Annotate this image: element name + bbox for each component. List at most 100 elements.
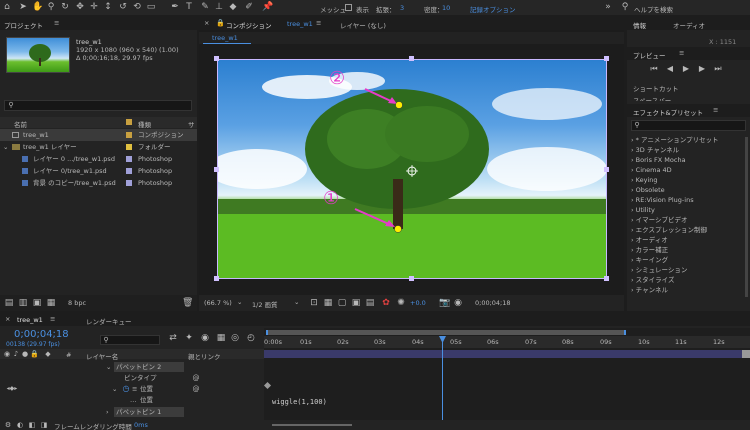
- end-marker[interactable]: [742, 350, 750, 358]
- comp-subtab[interactable]: tree_w1: [212, 34, 238, 42]
- workspace-menu-icon[interactable]: »: [603, 1, 613, 13]
- expression-text[interactable]: wiggle(1,100): [272, 398, 327, 406]
- roto-brush-tool-icon[interactable]: ✐: [244, 1, 254, 13]
- effects-menu-icon[interactable]: ≡: [713, 106, 718, 114]
- timeline-menu-icon[interactable]: ≡: [50, 315, 55, 323]
- preview-title[interactable]: プレビュー: [633, 50, 666, 60]
- bounds-handle[interactable]: [214, 167, 219, 172]
- toggle-panes-icon[interactable]: ◧: [28, 419, 36, 430]
- play-icon[interactable]: ▶: [681, 63, 691, 75]
- timeline-tab[interactable]: tree_w1: [17, 316, 43, 324]
- comp-viewer[interactable]: ② ①: [217, 59, 607, 279]
- prev-frame-icon[interactable]: ◀: [665, 63, 675, 75]
- project-search-input[interactable]: [4, 100, 192, 111]
- bounds-handle[interactable]: [214, 276, 219, 281]
- quality-dropdown[interactable]: 1/2 画質: [252, 299, 278, 309]
- comp-tab-name[interactable]: tree_w1: [287, 20, 313, 28]
- project-title[interactable]: プロジェクト: [4, 20, 43, 30]
- layer-tab[interactable]: レイヤー (なし): [340, 20, 386, 30]
- comp-timecode[interactable]: 0;00;04;18: [475, 299, 511, 307]
- project-row[interactable]: 背景 のコピー/tree_w1.psd Photoshop: [0, 177, 197, 189]
- project-row[interactable]: レイヤー 0/tree_w1.psd Photoshop: [0, 165, 197, 177]
- bounds-handle[interactable]: [604, 167, 609, 172]
- interpret-footage-icon[interactable]: ▤: [4, 297, 14, 309]
- layer-row[interactable]: › パペットピン 1: [0, 406, 264, 418]
- comp-flowchart-icon[interactable]: ⇄: [168, 332, 178, 344]
- keyframe-marker[interactable]: [263, 381, 272, 390]
- layer-name-col[interactable]: レイヤー名: [86, 351, 118, 361]
- solo-icon[interactable]: ●: [21, 348, 29, 360]
- eye-icon[interactable]: ◉: [3, 348, 11, 360]
- shy-icon[interactable]: ◉: [200, 332, 210, 344]
- render-queue-tab[interactable]: レンダーキュー: [86, 316, 132, 326]
- mask-icon[interactable]: ▢: [337, 297, 347, 309]
- bounds-handle[interactable]: [214, 56, 219, 61]
- chevron-down-icon[interactable]: ⌄: [3, 141, 8, 153]
- record-options-link[interactable]: 記録オプション: [470, 4, 516, 14]
- effects-item[interactable]: › チャンネル: [631, 284, 668, 296]
- zoom-slider[interactable]: [272, 424, 352, 426]
- layer-duration-bar[interactable]: [264, 350, 750, 358]
- work-area-bar[interactable]: [266, 330, 626, 335]
- show-mesh-checkbox[interactable]: [345, 4, 352, 11]
- project-menu-icon[interactable]: ≡: [54, 19, 59, 27]
- dolly-tool-icon[interactable]: ↕: [103, 1, 113, 13]
- density-value[interactable]: 10: [442, 4, 450, 12]
- new-folder-icon[interactable]: ▥: [18, 297, 28, 309]
- col-size[interactable]: サ: [188, 119, 195, 129]
- exposure-value[interactable]: +0.0: [410, 299, 426, 307]
- orbit-tool-icon[interactable]: ↻: [60, 1, 70, 13]
- close-icon[interactable]: ×: [5, 315, 10, 323]
- brush-tool-icon[interactable]: ✎: [200, 1, 210, 13]
- new-comp-icon[interactable]: ▣: [32, 297, 42, 309]
- audio-icon[interactable]: ♪: [12, 348, 20, 360]
- motion-blur-icon[interactable]: ◎: [230, 332, 240, 344]
- rotate-tool-icon[interactable]: ↺: [118, 1, 128, 13]
- pen-tool-icon[interactable]: ✒: [170, 1, 180, 13]
- chevron-right-icon[interactable]: ›: [106, 406, 109, 418]
- selection-tool-icon[interactable]: ➤: [18, 1, 28, 13]
- scale-value[interactable]: 3: [400, 4, 404, 12]
- bounds-handle[interactable]: [604, 276, 609, 281]
- color-manage-icon[interactable]: ✺: [396, 297, 406, 309]
- current-time-indicator[interactable]: [442, 336, 443, 426]
- toggle-switches-icon[interactable]: ⚙: [4, 419, 12, 430]
- comp-menu-icon[interactable]: ≡: [316, 19, 321, 27]
- lock-icon[interactable]: 🔒: [30, 348, 39, 360]
- hand-tool-icon[interactable]: ✋: [32, 1, 43, 13]
- layer-name-field[interactable]: パペットピン 2: [114, 362, 184, 372]
- toggle-in-out-icon[interactable]: ◨: [40, 419, 48, 430]
- audio-tab[interactable]: オーディオ: [673, 20, 705, 30]
- bounds-handle[interactable]: [409, 56, 414, 61]
- close-icon[interactable]: ×: [204, 19, 209, 27]
- move-tool-icon[interactable]: ✛: [89, 1, 99, 13]
- label-col-icon[interactable]: ◆: [44, 348, 52, 360]
- channel-icon[interactable]: ✿: [381, 297, 391, 309]
- puppet-tool-icon[interactable]: 📌: [262, 1, 274, 13]
- shortcut-value[interactable]: スペースバー: [633, 95, 671, 101]
- comp-tab-label[interactable]: コンポジション: [226, 20, 272, 30]
- effects-scrollbar[interactable]: [745, 137, 748, 297]
- bpc-label[interactable]: 8 bpc: [68, 299, 86, 307]
- home-icon[interactable]: ⌂: [2, 1, 12, 13]
- bounds-handle[interactable]: [409, 276, 414, 281]
- pan-tool-icon[interactable]: ✥: [75, 1, 85, 13]
- lock-icon[interactable]: 🔒: [216, 17, 225, 29]
- show-snapshot-icon[interactable]: ◉: [453, 297, 463, 309]
- rectangle-tool-icon[interactable]: ▭: [146, 1, 156, 13]
- clone-stamp-tool-icon[interactable]: ⊥: [214, 1, 224, 13]
- effects-search-input[interactable]: [631, 120, 746, 131]
- timeline-graph[interactable]: 0:00s 01s 02s 03s 04s 05s 06s 07s 08s 09…: [263, 328, 750, 430]
- info-tab[interactable]: 情報: [633, 20, 646, 30]
- effects-title[interactable]: エフェクト&プリセット: [633, 107, 703, 117]
- preview-menu-icon[interactable]: ≡: [679, 49, 684, 57]
- type-tool-icon[interactable]: T: [184, 1, 194, 13]
- layer-name-field[interactable]: パペットピン 1: [114, 407, 184, 417]
- time-ruler[interactable]: 0:00s 01s 02s 03s 04s 05s 06s 07s 08s 09…: [264, 336, 750, 348]
- snapshot-icon[interactable]: 📷: [439, 297, 450, 309]
- region-icon[interactable]: ▣: [351, 297, 361, 309]
- last-frame-icon[interactable]: ⏭: [713, 63, 723, 75]
- next-frame-icon[interactable]: ▶: [697, 63, 707, 75]
- bounds-handle[interactable]: [604, 56, 609, 61]
- first-frame-icon[interactable]: ⏮: [649, 63, 659, 75]
